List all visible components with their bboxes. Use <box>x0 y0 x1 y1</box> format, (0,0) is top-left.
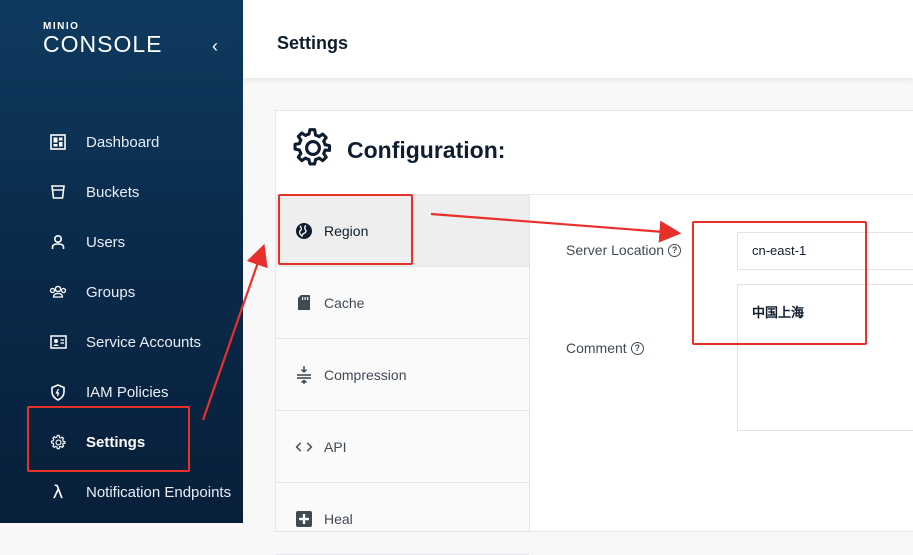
tab-compression[interactable]: Compression <box>276 339 529 411</box>
sidebar-item-notification-endpoints[interactable]: λ Notification Endpoints <box>0 469 243 515</box>
dashboard-icon <box>49 133 67 151</box>
groups-icon <box>49 283 67 301</box>
help-icon[interactable]: ? <box>668 243 682 257</box>
user-icon <box>49 233 67 251</box>
comment-label: Comment ? <box>566 340 644 356</box>
sidebar-item-label: Service Accounts <box>86 333 202 351</box>
sidebar-item-label: Users <box>86 233 126 251</box>
page-header: Settings <box>243 0 913 78</box>
tab-heal[interactable]: Heal <box>276 483 529 555</box>
compress-icon <box>295 365 313 384</box>
logo-big-text: CONSOLE <box>43 31 163 57</box>
sidebar-item-service-accounts[interactable]: Service Accounts <box>0 319 243 365</box>
annotation-box-settings <box>27 406 190 472</box>
server-location-label: Server Location ? <box>566 242 682 258</box>
help-icon[interactable]: ? <box>630 341 644 355</box>
service-accounts-icon <box>49 333 67 351</box>
configuration-title: Configuration: <box>347 136 506 163</box>
sidebar-item-groups[interactable]: Groups <box>0 269 243 315</box>
lambda-icon: λ <box>52 481 64 503</box>
sidebar-item-label: IAM Policies <box>86 383 169 401</box>
tab-label: Compression <box>324 366 407 383</box>
comment-label-text: Comment <box>566 340 627 356</box>
sidebar-item-label: Notification Endpoints <box>86 483 232 501</box>
gear-icon <box>291 126 335 175</box>
sidebar-item-dashboard[interactable]: Dashboard <box>0 119 243 165</box>
sidebar-item-label: Dashboard <box>86 133 160 151</box>
shield-icon <box>49 383 67 401</box>
minio-console-logo[interactable]: MINIO CONSOLE <box>43 22 163 57</box>
annotation-box-fields <box>692 221 867 345</box>
sidebar-item-label: Buckets <box>86 183 140 201</box>
annotation-box-region <box>278 194 413 265</box>
sd-card-icon <box>295 294 313 312</box>
tab-label: Heal <box>324 510 353 527</box>
sidebar-item-label: Groups <box>86 283 136 301</box>
tab-label: Cache <box>324 294 365 311</box>
tab-cache[interactable]: Cache <box>276 267 529 339</box>
tab-api[interactable]: API <box>276 411 529 483</box>
bucket-icon <box>49 183 67 201</box>
code-icon <box>295 438 313 456</box>
server-location-label-text: Server Location <box>566 242 665 258</box>
plus-square-icon <box>295 510 313 528</box>
page-title: Settings <box>277 33 349 53</box>
sidebar-item-buckets[interactable]: Buckets <box>0 169 243 215</box>
tab-label: API <box>324 438 347 455</box>
sidebar-item-users[interactable]: Users <box>0 219 243 265</box>
configuration-heading: Configuration: <box>291 127 505 173</box>
collapse-sidebar-button[interactable]: ‹ <box>212 36 218 57</box>
